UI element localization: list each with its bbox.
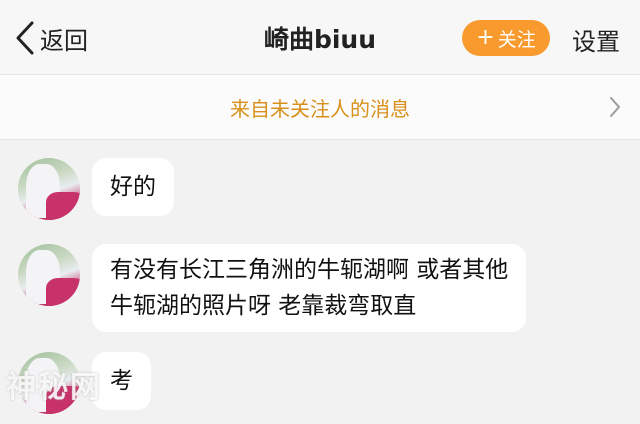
follow-label: 关注 bbox=[497, 28, 536, 51]
back-label: 返回 bbox=[40, 26, 88, 55]
settings-button[interactable]: 设置 bbox=[572, 22, 620, 57]
chevron-left-icon bbox=[16, 21, 34, 55]
message-bubble[interactable]: 有没有长江三角洲的牛轭湖啊 或者其他 牛轭湖的照片呀 老靠裁弯取直 bbox=[92, 244, 527, 332]
avatar[interactable] bbox=[18, 158, 80, 220]
navigation-bar: 返回 崎曲biuu + 关注 设置 bbox=[0, 0, 640, 74]
watermark: 神秘网 bbox=[6, 370, 102, 405]
chevron-right-icon bbox=[610, 97, 620, 117]
unfollowed-messages-banner[interactable]: 来自未关注人的消息 bbox=[0, 74, 640, 140]
notice-text: 来自未关注人的消息 bbox=[230, 97, 410, 121]
message-bubble[interactable]: 好的 bbox=[92, 158, 174, 216]
avatar[interactable] bbox=[18, 244, 80, 306]
message-text: 有没有长江三角洲的牛轭湖啊 或者其他 bbox=[110, 257, 509, 283]
message-text: 考 bbox=[110, 368, 133, 394]
message-text: 牛轭湖的照片呀 老靠裁弯取直 bbox=[110, 293, 417, 319]
follow-button[interactable]: + 关注 bbox=[462, 20, 550, 56]
plus-icon: + bbox=[476, 25, 495, 50]
back-button[interactable]: 返回 bbox=[14, 18, 88, 58]
message-text: 好的 bbox=[110, 174, 156, 200]
